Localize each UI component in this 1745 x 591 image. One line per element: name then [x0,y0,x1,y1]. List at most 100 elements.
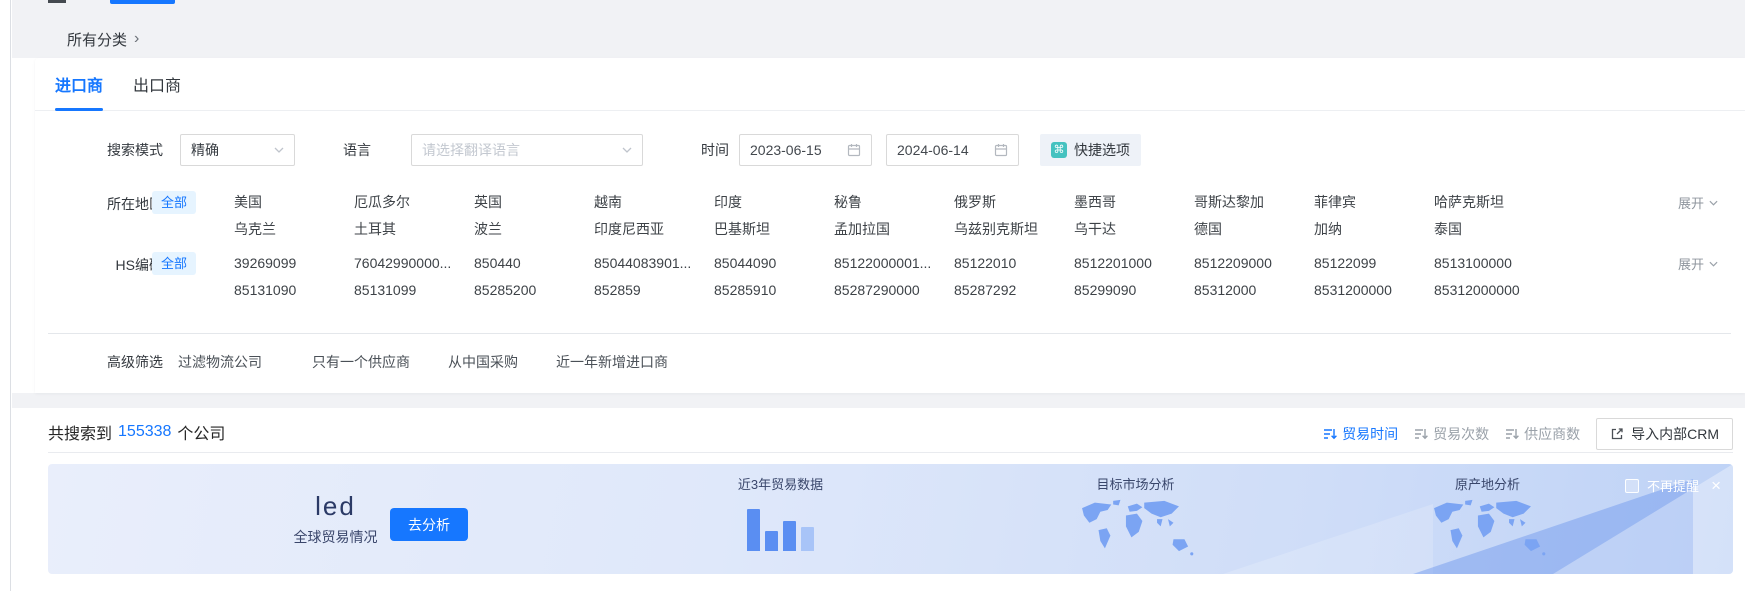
hscode-item[interactable]: 85131099 [354,277,474,304]
clipped-tab-fragment [48,0,66,3]
start-date-picker[interactable]: 2023-06-15 [739,134,872,166]
region-item[interactable]: 泰国 [1434,216,1620,243]
language-placeholder: 请选择翻译语言 [422,140,520,160]
left-edge-divider [0,0,11,591]
region-item[interactable]: 哥斯达黎加 [1194,189,1314,216]
hscode-item[interactable]: 8531200000 [1314,277,1434,304]
section-gap [12,393,1745,408]
sort-descending-icon [1505,427,1519,441]
hscode-item[interactable]: 39269099 [234,250,354,277]
filter-logistics-option[interactable]: 过滤物流公司 [178,352,262,372]
region-item[interactable]: 巴基斯坦 [714,216,834,243]
hscode-item[interactable]: 85299090 [1074,277,1194,304]
origin-analysis-title: 原产地分析 [1420,474,1555,493]
sort-trade-time[interactable]: 贸易时间 [1323,424,1398,444]
region-item[interactable]: 乌干达 [1074,216,1194,243]
region-item[interactable]: 印度 [714,189,834,216]
sort-descending-icon [1323,427,1337,441]
region-item[interactable]: 厄瓜多尔 [354,189,474,216]
tab-exporters[interactable]: 出口商 [133,58,181,111]
quick-options-label: 快捷选项 [1074,140,1130,160]
region-grid: 美国 厄瓜多尔 英国 越南 印度 秘鲁 俄罗斯 墨西哥 哥斯达黎加 菲律宾 哈萨… [234,189,1620,243]
hscode-item[interactable]: 85287292 [954,277,1074,304]
region-item[interactable]: 美国 [234,189,354,216]
expand-hscode-button[interactable]: 展开 [1678,250,1718,277]
region-item[interactable]: 德国 [1194,216,1314,243]
target-market-title: 目标市场分析 [1068,474,1203,493]
sort-trade-count[interactable]: 贸易次数 [1414,424,1489,444]
close-icon[interactable]: × [1711,477,1721,494]
region-item[interactable]: 波兰 [474,216,594,243]
single-supplier-option[interactable]: 只有一个供应商 [312,352,410,372]
region-item[interactable]: 墨西哥 [1074,189,1194,216]
bar [783,521,796,551]
chevron-down-icon [1709,200,1718,206]
hscode-item[interactable]: 85285910 [714,277,834,304]
hscode-item[interactable]: 85044090 [714,250,834,277]
bar [747,509,760,551]
keyword-subtitle: 全球贸易情况 [273,527,398,547]
end-date-picker[interactable]: 2024-06-14 [886,134,1019,166]
region-item[interactable]: 俄罗斯 [954,189,1074,216]
expand-region-button[interactable]: 展开 [1678,189,1718,216]
import-icon [1610,427,1624,441]
analysis-banner: led 全球贸易情况 去分析 近3年贸易数据 目标市场分析 [48,464,1733,574]
quick-options-button[interactable]: ⌘ 快捷选项 [1040,134,1141,166]
sort-descending-icon [1414,427,1428,441]
hscode-item[interactable]: 8513100000 [1434,250,1620,277]
region-item[interactable]: 越南 [594,189,714,216]
results-count: 共搜索到 155338 个公司 [48,420,225,444]
region-item[interactable]: 印度尼西亚 [594,216,714,243]
tab-importers[interactable]: 进口商 [55,58,103,111]
trade-data-panel: 近3年贸易数据 [708,474,853,551]
region-item[interactable]: 土耳其 [354,216,474,243]
hscode-all-chip[interactable]: 全部 [152,252,196,275]
hscode-item[interactable]: 76042990000... [354,250,474,277]
language-select[interactable]: 请选择翻译语言 [411,134,643,166]
origin-analysis-panel: 原产地分析 [1420,474,1555,568]
region-item[interactable]: 孟加拉国 [834,216,954,243]
go-analyze-button[interactable]: 去分析 [390,508,468,541]
hscode-item[interactable]: 85287290000 [834,277,954,304]
region-item[interactable]: 加纳 [1314,216,1434,243]
hscode-item[interactable]: 85122000001... [834,250,954,277]
hscode-item[interactable]: 850440 [474,250,594,277]
dismiss-controls: 不再提醒 × [1625,476,1721,495]
region-item[interactable]: 英国 [474,189,594,216]
new-importers-option[interactable]: 近一年新增进口商 [556,352,668,372]
count-number: 155338 [118,423,171,441]
chevron-down-icon [274,147,284,153]
breadcrumb[interactable]: 所有分类 › [67,29,139,50]
hscode-item[interactable]: 85312000 [1194,277,1314,304]
hscode-item[interactable]: 8512209000 [1194,250,1314,277]
calendar-icon [994,143,1008,157]
search-mode-select[interactable]: 精确 [180,134,295,166]
hscode-item[interactable]: 85044083901... [594,250,714,277]
hscode-item[interactable]: 85285200 [474,277,594,304]
language-label: 语言 [343,140,371,160]
region-item[interactable]: 菲律宾 [1314,189,1434,216]
dont-remind-label: 不再提醒 [1647,476,1699,495]
world-map-icon [1071,499,1201,563]
results-card: 共搜索到 155338 个公司 贸易时间 贸易次数 供应商数 [35,408,1745,591]
hscode-item[interactable]: 85122099 [1314,250,1434,277]
hscode-item[interactable]: 85131090 [234,277,354,304]
region-item[interactable]: 哈萨克斯坦 [1434,189,1620,216]
hscode-item[interactable]: 85122010 [954,250,1074,277]
count-prefix: 共搜索到 [48,420,112,444]
breadcrumb-label: 所有分类 [67,29,127,50]
import-crm-button[interactable]: 导入内部CRM [1596,418,1733,450]
hscode-item[interactable]: 85312000000 [1434,277,1620,304]
region-all-chip[interactable]: 全部 [152,191,196,214]
sourced-from-china-option[interactable]: 从中国采购 [448,352,518,372]
importer-exporter-tabs: 进口商 出口商 [35,58,1745,111]
search-keyword: led [273,492,398,522]
sort-supplier-count[interactable]: 供应商数 [1505,424,1580,444]
region-item[interactable]: 乌克兰 [234,216,354,243]
region-item[interactable]: 乌兹别克斯坦 [954,216,1074,243]
hscode-item[interactable]: 8512201000 [1074,250,1194,277]
count-suffix: 个公司 [177,420,225,444]
dont-remind-checkbox[interactable] [1625,479,1639,493]
region-item[interactable]: 秘鲁 [834,189,954,216]
hscode-item[interactable]: 852859 [594,277,714,304]
